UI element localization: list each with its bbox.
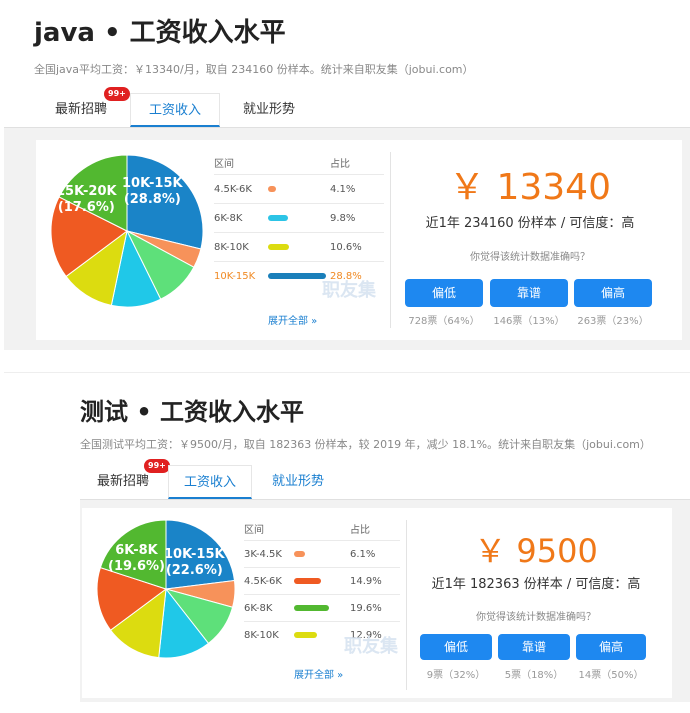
tab-salary[interactable]: 工资收入	[168, 465, 252, 499]
pie-label-10k-15k: 10K-15K (22.6%)	[164, 547, 225, 578]
pie-label-6k-8k: 6K-8K (19.6%)	[108, 543, 165, 574]
distribution-bar	[268, 244, 289, 250]
distribution-table: 区间 占比 4.5K-6K 4.1% 6K-8K 9.8% 8K-10K 10.…	[214, 152, 384, 292]
section-tabs: 最新招聘 99+ 工资收入 就业形势	[80, 459, 690, 499]
expand-all-link[interactable]: 展开全部 »	[268, 312, 317, 327]
accuracy-question: 你觉得该统计数据准确吗？	[470, 252, 590, 263]
tab-latest-jobs[interactable]: 最新招聘 99+	[80, 459, 170, 499]
vote-high-button[interactable]: 偏高	[576, 634, 646, 660]
distribution-row: 4.5K-6K 4.1%	[214, 174, 384, 203]
header-pct: 占比	[350, 524, 370, 536]
watermark-logo: 职友集	[322, 280, 376, 301]
section-separator	[4, 372, 690, 373]
new-count-badge: 99+	[144, 459, 170, 473]
distribution-bar	[268, 186, 276, 192]
average-salary: ￥ 13340	[449, 167, 611, 208]
distribution-bar	[294, 578, 321, 584]
section-subtitle: 全国测试平均工资：￥9500/月，取自 182363 份样本，较 2019 年，…	[80, 438, 651, 451]
vote-reliable-button[interactable]: 靠谱	[490, 279, 568, 307]
salary-section-testing: 测试 • 工资收入水平 全国测试平均工资：￥9500/月，取自 182363 份…	[0, 372, 690, 713]
new-count-badge: 99+	[104, 87, 130, 101]
vote-high-button[interactable]: 偏高	[574, 279, 652, 307]
distribution-bar	[294, 551, 305, 557]
card-divider	[390, 152, 391, 328]
vote-reliable-count: 146票（13%）	[493, 316, 565, 327]
section-tabs: 最新招聘 99+ 工资收入 就业形势	[34, 87, 690, 127]
tab-latest-jobs[interactable]: 最新招聘 99+	[34, 87, 130, 127]
distribution-row: 3K-4.5K 6.1%	[244, 540, 400, 567]
pie-svg	[96, 519, 236, 659]
sample-info: 近1年 182363 份样本 / 可信度：高	[431, 577, 641, 592]
section-title: java • 工资收入水平	[34, 18, 286, 48]
watermark-logo: 职友集	[344, 636, 398, 657]
section-subtitle: 全国java平均工资：￥13340/月，取自 234160 份样本。统计来自职友…	[34, 63, 474, 76]
sample-info: 近1年 234160 份样本 / 可信度：高	[425, 216, 635, 231]
header-pct: 占比	[330, 158, 350, 170]
distribution-row: 6K-8K 9.8%	[214, 203, 384, 232]
vote-low-count: 728票（64%）	[408, 316, 480, 327]
tab-employment[interactable]: 就业形势	[256, 465, 340, 499]
vote-reliable-count: 5票（18%）	[504, 670, 564, 681]
salary-pie-chart: 15K-20K (17.6%) 10K-15K (28.8%)	[50, 154, 204, 308]
vote-reliable-button[interactable]: 靠谱	[498, 634, 570, 660]
distribution-bar	[268, 273, 326, 279]
pie-label-10k-15k: 10K-15K (28.8%)	[122, 176, 183, 207]
distribution-bar	[268, 215, 288, 221]
tab-salary[interactable]: 工资收入	[130, 93, 220, 127]
expand-all-link[interactable]: 展开全部 »	[294, 666, 343, 681]
tab-employment[interactable]: 就业形势	[224, 93, 314, 127]
distribution-row: 6K-8K 19.6%	[244, 594, 400, 621]
header-range: 区间	[244, 524, 264, 536]
vote-low-button[interactable]: 偏低	[405, 279, 483, 307]
vote-high-count: 263票（23%）	[577, 316, 649, 327]
distribution-bar	[294, 632, 317, 638]
distribution-row: 8K-10K 10.6%	[214, 232, 384, 261]
vote-low-count: 9票（32%）	[426, 670, 486, 681]
header-range: 区间	[214, 158, 234, 170]
section-title: 测试 • 工资收入水平	[80, 398, 305, 426]
salary-section-java: java • 工资收入水平 全国java平均工资：￥13340/月，取自 234…	[0, 0, 690, 360]
vote-low-button[interactable]: 偏低	[420, 634, 492, 660]
pie-label-15k-20k: 15K-20K (17.6%)	[56, 184, 117, 215]
distribution-bar	[294, 605, 329, 611]
distribution-table: 区间 占比 3K-4.5K 6.1% 4.5K-6K 14.9% 6K-8K 1…	[244, 518, 400, 648]
vote-high-count: 14票（50%）	[578, 670, 644, 681]
average-salary: ￥ 9500	[474, 532, 598, 570]
distribution-header: 区间 占比	[244, 518, 400, 538]
distribution-row: 4.5K-6K 14.9%	[244, 567, 400, 594]
distribution-header: 区间 占比	[214, 152, 384, 172]
salary-pie-chart: 6K-8K (19.6%) 10K-15K (22.6%)	[96, 519, 236, 659]
accuracy-question: 你觉得该统计数据准确吗？	[476, 612, 596, 623]
